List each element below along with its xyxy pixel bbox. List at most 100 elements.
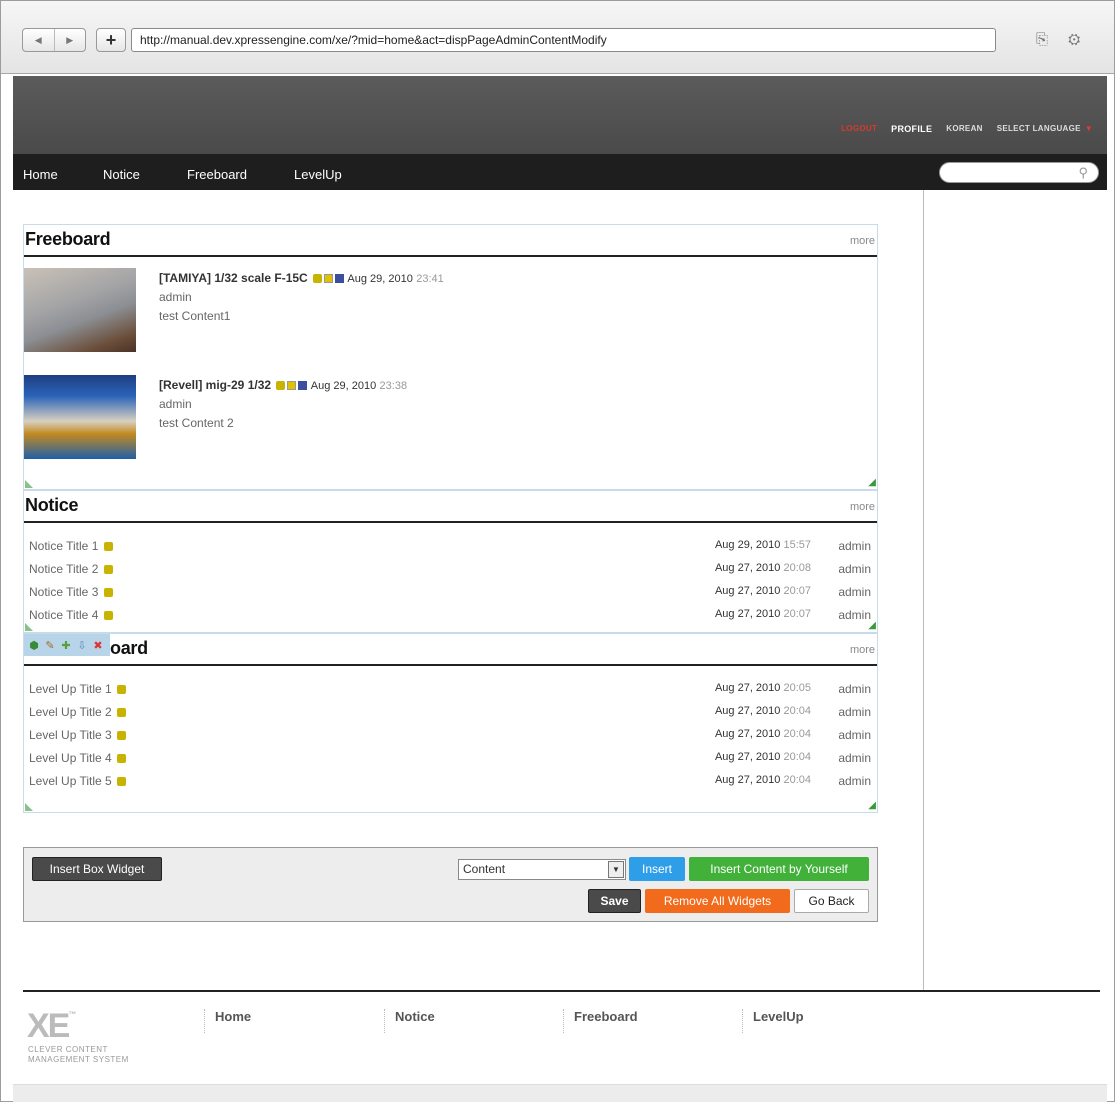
sidebar-divider <box>923 190 924 990</box>
save-button[interactable]: Save <box>588 889 641 913</box>
resize-handle-left[interactable] <box>25 623 33 631</box>
xe-logo: XE™ <box>27 1007 76 1046</box>
more-link[interactable]: more <box>850 501 875 513</box>
insert-button[interactable]: Insert <box>629 857 685 881</box>
more-link[interactable]: more <box>850 644 875 656</box>
list-item-author: admin <box>838 562 871 576</box>
list-item-title[interactable]: Notice Title 3 <box>29 585 113 599</box>
post-item: [TAMIYA] 1/32 scale F-15C Aug 29, 2010 2… <box>159 271 444 323</box>
list-item-title-text: Notice Title 3 <box>29 585 99 599</box>
chevron-down-icon[interactable]: ▼ <box>608 861 624 878</box>
resize-handle-left[interactable] <box>25 480 33 488</box>
list-item-author: admin <box>838 751 871 765</box>
post-time: 23:41 <box>416 273 444 285</box>
resize-handle-right[interactable]: ◢ <box>868 800 876 811</box>
new-tab-button[interactable]: + <box>96 28 126 52</box>
menu-freeboard[interactable]: Freeboard <box>187 167 247 182</box>
list-item-date: Aug 27, 2010 20:04 <box>715 705 811 717</box>
footer-link-levelup[interactable]: LevelUp <box>742 1009 804 1033</box>
list-item-author: admin <box>838 585 871 599</box>
list-item-title-text: Level Up Title 4 <box>29 751 112 765</box>
menu-home[interactable]: Home <box>23 167 58 182</box>
list-item-author: admin <box>838 774 871 788</box>
widget-type-select[interactable]: Content ▼ <box>458 859 626 880</box>
date-text: Aug 27, 2010 <box>714 751 781 763</box>
search-input[interactable]: ⚲ <box>939 162 1099 183</box>
footer-link-home[interactable]: Home <box>204 1009 251 1033</box>
date-text: Aug 27, 2010 <box>714 705 781 717</box>
list-item-title-text: Notice Title 2 <box>29 562 99 576</box>
delete-icon[interactable]: ✖ <box>91 639 105 652</box>
update-icon <box>103 588 113 597</box>
post-thumbnail[interactable] <box>24 268 136 352</box>
logout-link[interactable]: LOGOUT <box>841 124 877 134</box>
list-item-date: Aug 27, 2010 20:04 <box>715 751 811 763</box>
list-item-title[interactable]: Level Up Title 4 <box>29 751 127 765</box>
date-text: Aug 27, 2010 <box>714 728 781 740</box>
list-item: Notice Title 1 Aug 29, 2010 15:57 admin <box>29 539 871 557</box>
chevron-down-icon: ▼ <box>1084 124 1093 133</box>
menu-levelup[interactable]: LevelUp <box>294 167 342 182</box>
time-text: 20:08 <box>783 562 811 574</box>
list-item-author: admin <box>838 682 871 696</box>
list-item-date: Aug 27, 2010 20:07 <box>715 585 811 597</box>
notice-widget[interactable]: Notice more Notice Title 1 Aug 29, 2010 … <box>23 490 878 633</box>
list-item-title[interactable]: Level Up Title 3 <box>29 728 127 742</box>
list-item-title[interactable]: Level Up Title 2 <box>29 705 127 719</box>
more-link[interactable]: more <box>850 235 875 247</box>
list-item-title[interactable]: Level Up Title 1 <box>29 682 127 696</box>
post-time: 23:38 <box>379 380 408 392</box>
go-back-button[interactable]: Go Back <box>794 889 869 913</box>
resize-handle-right[interactable]: ◢ <box>868 477 876 488</box>
image-icon <box>324 274 334 283</box>
list-item: Notice Title 3 Aug 27, 2010 20:07 admin <box>29 585 871 603</box>
list-item: Level Up Title 5 Aug 27, 2010 20:04 admi… <box>29 774 871 792</box>
title-rule <box>24 255 877 257</box>
list-item: Level Up Title 3 Aug 27, 2010 20:04 admi… <box>29 728 871 746</box>
update-icon <box>103 542 113 551</box>
select-language-link[interactable]: SELECT LANGUAGE ▼ <box>997 124 1093 134</box>
update-icon <box>103 611 113 620</box>
freeboard-widget[interactable]: Freeboard more [TAMIYA] 1/32 scale F-15C… <box>23 224 878 490</box>
page-gear-icon[interactable]: ⎘ ⚙ <box>1036 31 1088 48</box>
profile-link[interactable]: PROFILE <box>891 124 932 134</box>
list-item-title[interactable]: Notice Title 1 <box>29 539 113 553</box>
list-item-date: Aug 27, 2010 20:08 <box>715 562 811 574</box>
list-item-author: admin <box>838 608 871 622</box>
style-icon[interactable]: ⬢ <box>27 639 41 652</box>
address-bar[interactable]: http://manual.dev.xpressengine.com/xe/?m… <box>131 28 996 52</box>
levelup-widget[interactable]: oard ⬢ ✎ ✚ ⇩ ✖ more Level Up Title 1 Aug… <box>23 633 878 813</box>
forward-icon[interactable]: ▶ <box>55 29 86 51</box>
remove-all-widgets-button[interactable]: Remove All Widgets <box>645 889 790 913</box>
insert-content-button[interactable]: Insert Content by Yourself <box>689 857 869 881</box>
back-icon[interactable]: ◀ <box>23 29 55 51</box>
move-down-icon[interactable]: ⇩ <box>75 639 89 652</box>
list-item-title-text: Level Up Title 5 <box>29 774 112 788</box>
insert-box-widget-button[interactable]: Insert Box Widget <box>32 857 162 881</box>
post-thumbnail[interactable] <box>24 375 136 459</box>
date-text: Aug 27, 2010 <box>714 774 781 786</box>
list-item-title[interactable]: Notice Title 2 <box>29 562 113 576</box>
list-item-author: admin <box>838 728 871 742</box>
search-icon[interactable]: ⚲ <box>1078 165 1088 181</box>
resize-handle-left[interactable] <box>25 803 33 811</box>
list-item-title[interactable]: Notice Title 4 <box>29 608 113 622</box>
copy-icon[interactable]: ✚ <box>59 639 73 652</box>
list-item-title[interactable]: Level Up Title 5 <box>29 774 127 788</box>
post-title[interactable]: [TAMIYA] 1/32 scale F-15C <box>159 271 308 285</box>
title-rule <box>24 664 877 666</box>
resize-handle-right[interactable]: ◢ <box>868 620 876 631</box>
post-content: test Content1 <box>159 309 231 323</box>
menu-notice[interactable]: Notice <box>103 167 140 182</box>
widget-title: Notice <box>25 495 79 515</box>
post-title[interactable]: [Revell] mig-29 1/32 <box>159 378 271 392</box>
korean-link[interactable]: KOREAN <box>946 124 982 134</box>
footer-link-freeboard[interactable]: Freeboard <box>563 1009 638 1033</box>
list-item-date: Aug 27, 2010 20:07 <box>715 608 811 620</box>
time-text: 20:05 <box>783 682 811 694</box>
trademark: ™ <box>68 1010 77 1019</box>
footer-link-notice[interactable]: Notice <box>384 1009 435 1033</box>
list-item-author: admin <box>838 705 871 719</box>
update-icon <box>276 381 286 390</box>
edit-icon[interactable]: ✎ <box>43 639 57 652</box>
